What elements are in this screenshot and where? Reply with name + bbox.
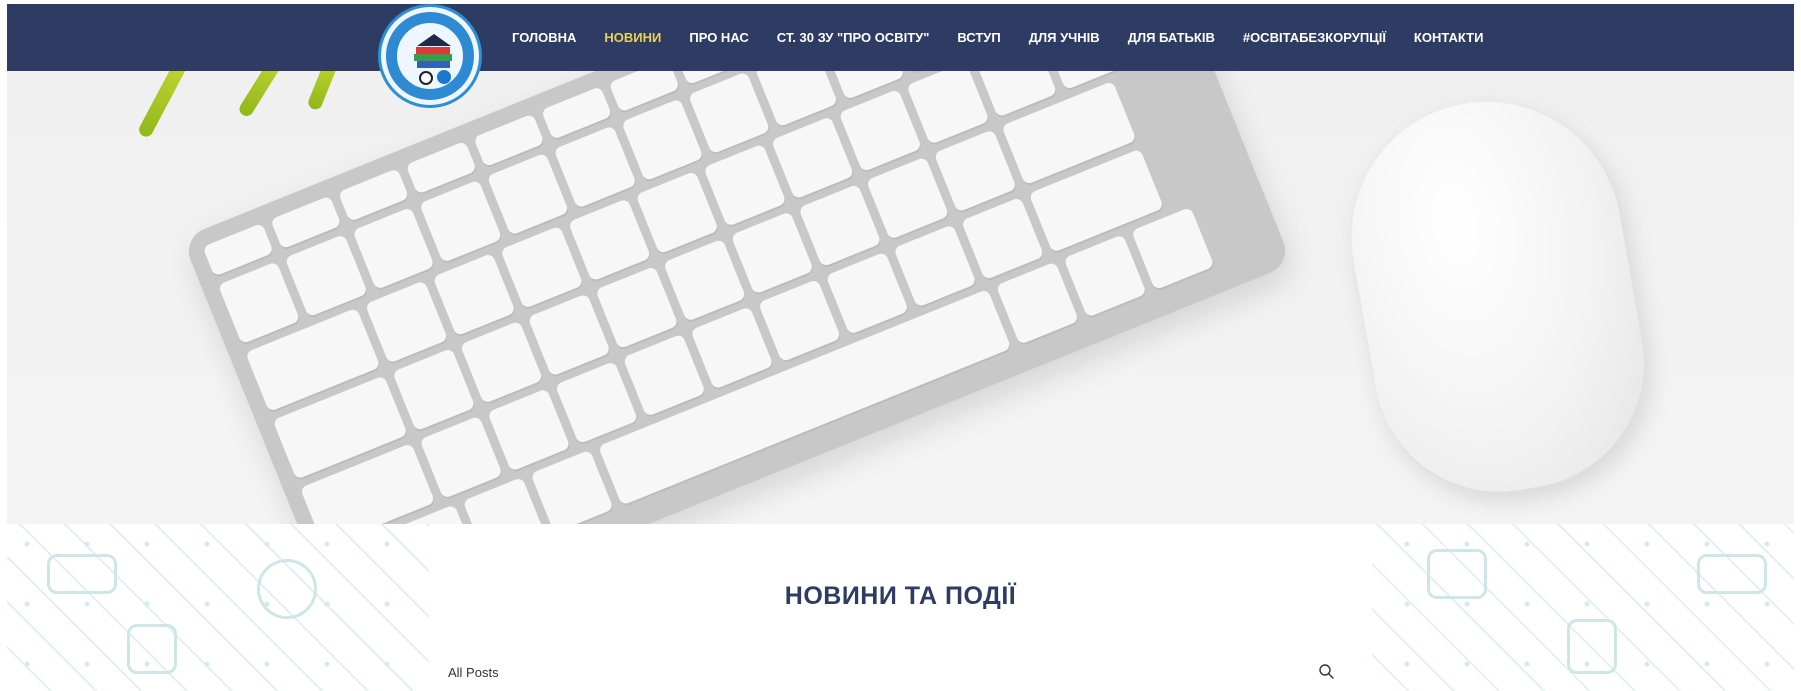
graduation-cap-icon (417, 34, 451, 46)
calendar-doodle (1567, 619, 1617, 674)
main-menu: ГОЛОВНА НОВИНИ ПРО НАС СТ. 30 ЗУ "ПРО ОС… (512, 4, 1511, 71)
bus-doodle (1697, 554, 1767, 594)
book-icon (414, 54, 452, 61)
globe-icon (437, 70, 451, 84)
top-navbar: ГОЛОВНА НОВИНИ ПРО НАС СТ. 30 ЗУ "ПРО ОС… (7, 4, 1794, 108)
book-doodle (1427, 549, 1487, 599)
book-icon (416, 47, 450, 54)
keyboard-image (181, 71, 1293, 524)
menu-item-for-students[interactable]: ДЛЯ УЧНІВ (1029, 30, 1100, 45)
hero-banner-image (7, 71, 1794, 524)
mouse-image (1330, 80, 1664, 512)
all-posts-filter[interactable]: All Posts (448, 665, 499, 680)
menu-item-education-law[interactable]: СТ. 30 ЗУ "ПРО ОСВІТУ" (777, 30, 930, 45)
plant-leaf (306, 71, 342, 112)
book-icon (417, 61, 450, 68)
menu-item-news[interactable]: НОВИНИ (604, 30, 661, 45)
news-content-panel: НОВИНИ ТА ПОДІЇ All Posts (429, 524, 1372, 691)
soccer-ball-icon (419, 71, 433, 85)
calendar-doodle (127, 624, 177, 674)
menu-item-about[interactable]: ПРО НАС (689, 30, 748, 45)
page: ГОЛОВНА НОВИНИ ПРО НАС СТ. 30 ЗУ "ПРО ОС… (0, 0, 1801, 691)
menu-item-anti-corruption[interactable]: #ОСВІТАБЕЗКОРУПЦІЇ (1243, 30, 1386, 45)
school-logo-icon[interactable] (378, 4, 482, 108)
page-title: НОВИНИ ТА ПОДІЇ (784, 582, 1017, 610)
globe-doodle (257, 559, 317, 619)
menu-item-for-parents[interactable]: ДЛЯ БАТЬКІВ (1128, 30, 1215, 45)
menu-item-admission[interactable]: ВСТУП (957, 30, 1000, 45)
menu-item-home[interactable]: ГОЛОВНА (512, 30, 576, 45)
plant-leaf (136, 71, 192, 140)
search-icon[interactable] (1318, 663, 1335, 680)
bus-doodle (47, 554, 117, 594)
plant-leaf (236, 71, 292, 119)
menu-item-contacts[interactable]: КОНТАКТИ (1414, 30, 1484, 45)
